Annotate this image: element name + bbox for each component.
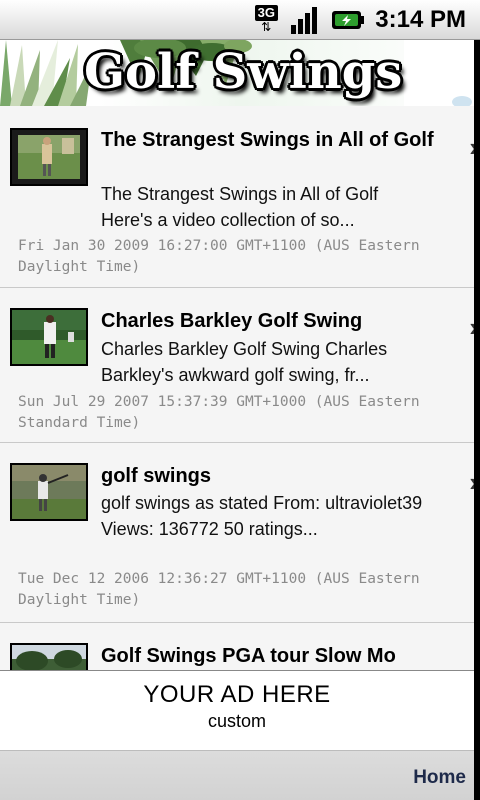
video-thumbnail: [10, 463, 88, 521]
ad-title: YOUR AD HERE: [143, 681, 331, 708]
signal-strength-icon: [291, 6, 318, 34]
app-window: Golf Swings The Strangest Swings in All …: [0, 40, 474, 800]
home-button[interactable]: Home: [413, 767, 466, 789]
video-thumbnail: [10, 128, 88, 186]
video-title[interactable]: Golf Swings PGA tour Slow Mo: [101, 643, 441, 669]
screen-edge: [474, 40, 480, 800]
bottom-nav-bar: Home: [0, 750, 474, 800]
list-item[interactable]: golf swings golf swings as stated From: …: [0, 443, 474, 623]
list-item[interactable]: The Strangest Swings in All of Golf The …: [0, 106, 474, 288]
video-description: Charles Barkley Golf Swing Charles Barkl…: [101, 339, 388, 385]
video-thumbnail: [10, 308, 88, 366]
network-type-label: 3G: [254, 4, 278, 21]
video-description: golf swings as stated From: ultraviolet3…: [101, 493, 423, 539]
video-date: Sun Jul 29 2007 15:37:39 GMT+1000 (AUS E…: [18, 394, 420, 431]
list-item[interactable]: Golf Swings PGA tour Slow Mo: [0, 623, 474, 670]
network-3g-icon: 3G ⇅: [253, 4, 279, 35]
status-clock: 3:14 PM: [375, 5, 466, 33]
golfer-thumbnail-image: [12, 310, 86, 364]
video-date: Fri Jan 30 2009 16:27:00 GMT+1100 (AUS E…: [18, 238, 420, 275]
golf-course-thumbnail-image: [12, 645, 86, 670]
video-title[interactable]: golf swings: [101, 463, 441, 489]
video-date: Tue Dec 12 2006 12:36:27 GMT+1100 (AUS E…: [18, 571, 420, 608]
video-title[interactable]: The Strangest Swings in All of Golf: [101, 127, 441, 153]
video-title[interactable]: Charles Barkley Golf Swing: [101, 308, 441, 334]
app-header-banner: Golf Swings: [0, 40, 474, 106]
battery-charging-icon: [332, 10, 365, 29]
list-item[interactable]: Charles Barkley Golf Swing Charles Barkl…: [0, 288, 474, 443]
status-bar: 3G ⇅ 3:14 PM: [0, 0, 480, 40]
ad-subtitle: custom: [207, 711, 267, 731]
video-description: The Strangest Swings in All of Golf Here…: [101, 184, 379, 230]
video-list[interactable]: The Strangest Swings in All of Golf The …: [0, 106, 474, 670]
golfer-thumbnail-image: [12, 465, 86, 519]
golfer-thumbnail-image: [12, 130, 86, 184]
video-thumbnail: [10, 643, 88, 670]
ad-banner[interactable]: YOUR AD HERE custom: [0, 670, 474, 751]
app-title: Golf Swings: [84, 44, 403, 100]
